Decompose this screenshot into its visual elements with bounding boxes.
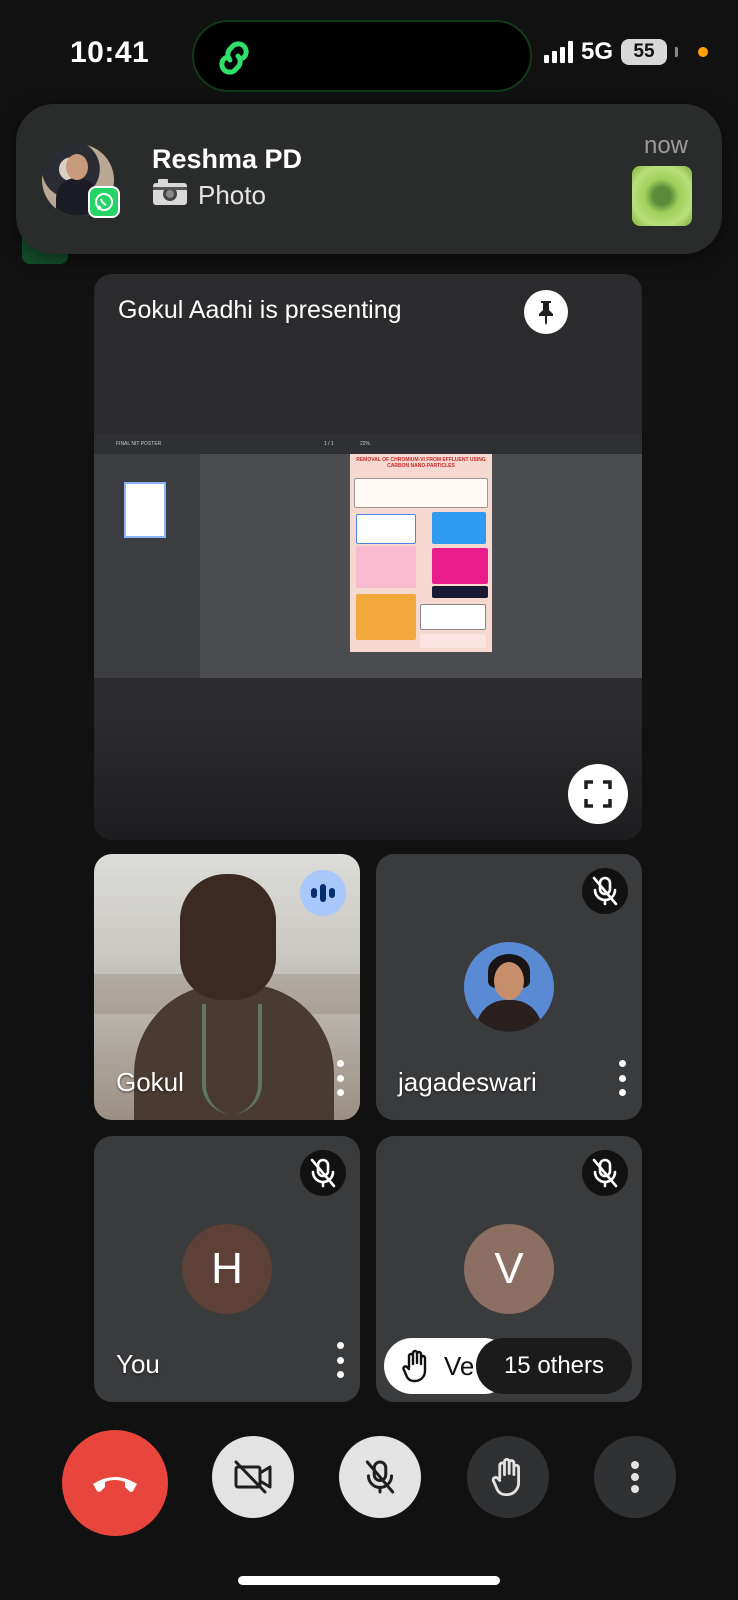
link-icon — [212, 38, 256, 83]
battery-level: 55 — [633, 41, 655, 62]
raised-hand-icon — [402, 1349, 427, 1383]
participant-tile-ve[interactable]: V Ve 15 others — [376, 1136, 642, 1402]
pdf-toolbar: FINAL NIT POSTER 1 / 1 22% — [94, 434, 642, 454]
dynamic-island — [192, 20, 532, 92]
pin-icon — [539, 301, 553, 325]
phone-hangup-icon — [93, 1477, 137, 1492]
camera-toggle-button[interactable] — [212, 1436, 294, 1518]
status-time: 10:41 — [70, 36, 150, 69]
whatsapp-icon — [88, 186, 120, 218]
camera-icon — [152, 178, 188, 213]
network-type: 5G — [580, 38, 613, 65]
mic-off-icon — [365, 1460, 395, 1494]
raise-hand-icon — [491, 1457, 520, 1497]
battery-icon: 55 — [621, 39, 667, 65]
mic-toggle-button[interactable] — [339, 1436, 421, 1518]
others-button[interactable]: 15 others — [476, 1338, 632, 1394]
avatar — [464, 942, 554, 1032]
participant-tile-you[interactable]: H You — [94, 1136, 360, 1402]
mic-off-icon — [582, 868, 628, 914]
pdf-title: FINAL NIT POSTER — [116, 441, 162, 447]
participant-name: jagadeswari — [398, 1067, 537, 1097]
notification-message: Photo — [152, 178, 266, 213]
fullscreen-icon — [584, 780, 612, 808]
page-thumbnail — [124, 482, 166, 538]
pdf-zoom: 22% — [360, 441, 371, 447]
avatar: V — [464, 1224, 554, 1314]
presentation-tile[interactable]: Gokul Aadhi is presenting FINAL NIT POST… — [94, 274, 642, 840]
more-options-icon[interactable] — [334, 1342, 346, 1378]
pdf-page-indicator: 1 / 1 — [324, 441, 334, 447]
notification-text: Photo — [198, 180, 266, 210]
more-options-icon[interactable] — [334, 1060, 346, 1096]
fullscreen-button[interactable] — [568, 764, 628, 824]
pdf-thumbnail-sidebar — [94, 454, 200, 678]
camera-off-icon — [234, 1460, 272, 1494]
participant-tile-gokul[interactable]: Gokul — [94, 854, 360, 1120]
end-call-button[interactable] — [62, 1430, 168, 1536]
notification-time: now — [643, 132, 688, 159]
photo-thumbnail — [632, 166, 692, 226]
poster-title: REMOVAL OF CHROMIUM-VI FROM EFFLUENT USI… — [356, 457, 486, 469]
presentation-title: Gokul Aadhi is presenting — [118, 296, 402, 324]
mic-off-icon — [582, 1150, 628, 1196]
notification-banner[interactable]: Reshma PD Photo now — [16, 104, 722, 254]
raise-hand-button[interactable] — [467, 1436, 549, 1518]
home-indicator[interactable] — [238, 1576, 500, 1585]
more-vert-icon — [631, 1461, 639, 1493]
more-options-icon[interactable] — [616, 1060, 628, 1096]
participant-name: Gokul — [116, 1067, 184, 1097]
participant-name: You — [116, 1349, 160, 1379]
poster-page: REMOVAL OF CHROMIUM-VI FROM EFFLUENT USI… — [350, 454, 492, 652]
signal-icon — [543, 41, 573, 63]
status-indicators: 5G 55 — [543, 38, 708, 66]
participant-tile-jagadeswari[interactable]: jagadeswari — [376, 854, 642, 1120]
mic-off-icon — [300, 1150, 346, 1196]
avatar: H — [182, 1224, 272, 1314]
pin-button[interactable] — [524, 290, 568, 334]
participant-name: Ve — [444, 1350, 475, 1381]
more-options-button[interactable] — [594, 1436, 676, 1518]
notification-sender: Reshma PD — [152, 144, 303, 174]
mic-in-use-indicator — [698, 47, 708, 57]
speaking-indicator-icon — [300, 870, 346, 916]
shared-screen: FINAL NIT POSTER 1 / 1 22% REMOVAL OF CH… — [94, 434, 642, 678]
